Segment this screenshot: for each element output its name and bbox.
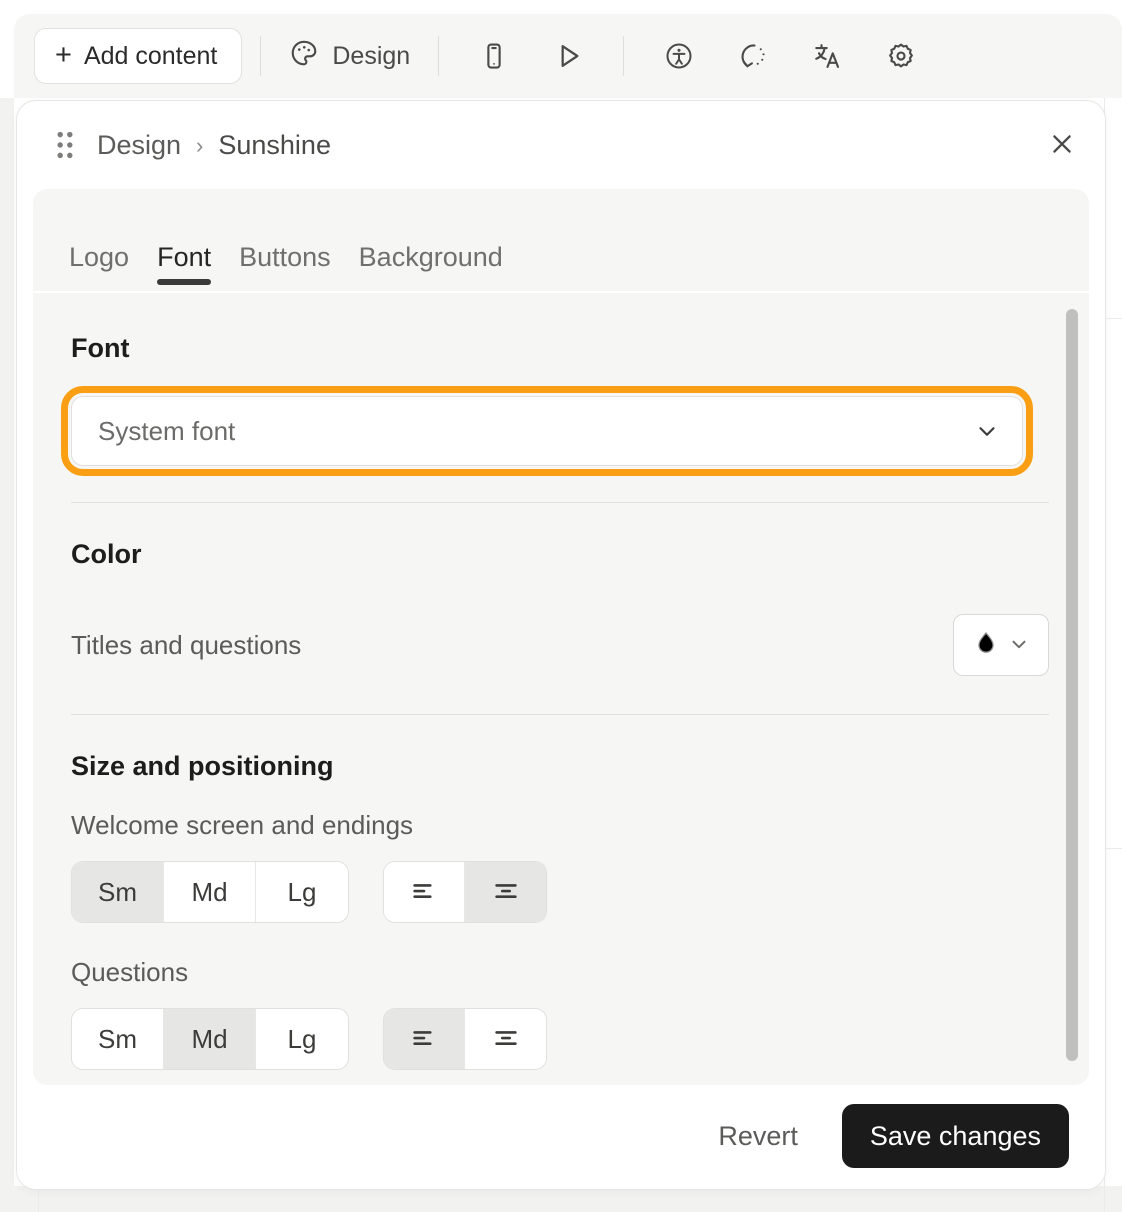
tab-buttons[interactable]: Buttons bbox=[225, 242, 345, 291]
panel-content: Font System font Color Titles and questi… bbox=[33, 293, 1089, 1085]
plus-icon: + bbox=[55, 38, 72, 71]
play-preview-icon bbox=[552, 40, 584, 72]
font-select-value: System font bbox=[98, 415, 236, 446]
welcome-screen-controls: Sm Md Lg bbox=[71, 861, 1049, 923]
questions-size-segmented-control: Sm Md Lg bbox=[71, 1008, 349, 1070]
save-changes-button[interactable]: Save changes bbox=[841, 1104, 1069, 1168]
logic-jump-icon bbox=[738, 41, 768, 71]
welcome-align-left-button[interactable] bbox=[384, 862, 465, 922]
color-row-label: Titles and questions bbox=[71, 629, 302, 660]
drag-dots-icon[interactable] bbox=[47, 125, 83, 165]
design-label: Design bbox=[332, 41, 411, 70]
settings-gear-button[interactable] bbox=[875, 30, 927, 82]
tab-bar: Logo Font Buttons Background bbox=[33, 189, 1089, 291]
welcome-align-center-button[interactable] bbox=[465, 862, 546, 922]
tab-background[interactable]: Background bbox=[345, 242, 517, 291]
accessibility-icon bbox=[664, 41, 694, 71]
save-changes-label: Save changes bbox=[869, 1120, 1041, 1151]
tab-font[interactable]: Font bbox=[143, 242, 225, 291]
play-preview-button[interactable] bbox=[542, 30, 594, 82]
content-scrollbar[interactable] bbox=[1065, 309, 1079, 1069]
welcome-alignment-control bbox=[383, 861, 547, 923]
revert-button[interactable]: Revert bbox=[700, 1109, 816, 1164]
mobile-preview-button[interactable] bbox=[468, 30, 520, 82]
color-drop-icon bbox=[972, 630, 1000, 661]
divider-color-size bbox=[71, 714, 1049, 715]
questions-alignment-control bbox=[383, 1008, 547, 1070]
chevron-down-icon bbox=[1008, 633, 1030, 658]
align-center-icon bbox=[491, 1023, 521, 1056]
questions-size-lg-label: Lg bbox=[287, 1023, 317, 1054]
translate-icon bbox=[812, 41, 842, 71]
chevron-down-icon bbox=[974, 418, 1000, 444]
breadcrumb-separator-icon: › bbox=[196, 133, 204, 158]
mobile-preview-icon bbox=[479, 41, 509, 71]
font-select-wrapper: System font bbox=[61, 386, 1033, 476]
align-left-icon bbox=[409, 876, 439, 909]
welcome-size-segmented-control: Sm Md Lg bbox=[71, 861, 349, 923]
divider-font-color bbox=[71, 502, 1049, 503]
toolbar-divider-2 bbox=[438, 36, 440, 76]
questions-controls: Sm Md Lg bbox=[71, 1008, 1049, 1070]
toolbar-divider-3 bbox=[623, 36, 625, 76]
welcome-size-sm[interactable]: Sm bbox=[72, 862, 164, 922]
panel-header: Design › Sunshine bbox=[17, 101, 1105, 189]
tab-logo[interactable]: Logo bbox=[55, 242, 143, 291]
background-left-strip bbox=[0, 98, 14, 1188]
background-vertical-rule-bottom bbox=[38, 1188, 39, 1212]
welcome-size-md[interactable]: Md bbox=[164, 862, 256, 922]
panel-footer: Revert Save changes bbox=[17, 1093, 1105, 1189]
questions-align-left-button[interactable] bbox=[384, 1009, 465, 1069]
content-scrollbar-thumb[interactable] bbox=[1066, 309, 1078, 1061]
color-swatch-button[interactable] bbox=[953, 614, 1049, 676]
translate-button[interactable] bbox=[801, 30, 853, 82]
design-button[interactable]: Design bbox=[279, 30, 420, 82]
welcome-size-lg[interactable]: Lg bbox=[256, 862, 348, 922]
questions-align-center-button[interactable] bbox=[465, 1009, 546, 1069]
questions-size-lg[interactable]: Lg bbox=[256, 1009, 348, 1069]
breadcrumb-current: Sunshine bbox=[218, 129, 331, 160]
add-content-button[interactable]: + Add content bbox=[34, 28, 243, 84]
settings-gear-icon bbox=[886, 41, 916, 71]
questions-size-md-label: Md bbox=[191, 1023, 228, 1054]
color-row-titles-and-questions: Titles and questions bbox=[71, 612, 1049, 678]
questions-size-md[interactable]: Md bbox=[164, 1009, 256, 1069]
welcome-size-lg-label: Lg bbox=[287, 876, 317, 907]
design-panel: Design › Sunshine Logo Font Buttons Back… bbox=[16, 100, 1106, 1190]
font-section-title: Font bbox=[71, 333, 130, 363]
close-icon bbox=[1048, 130, 1076, 161]
close-panel-button[interactable] bbox=[1037, 120, 1087, 170]
size-positioning-section-title: Size and positioning bbox=[71, 751, 334, 781]
tab-font-label: Font bbox=[157, 242, 212, 272]
align-center-icon bbox=[491, 876, 521, 909]
accessibility-button[interactable] bbox=[653, 30, 705, 82]
palette-icon bbox=[289, 38, 319, 75]
breadcrumb: Design › Sunshine bbox=[97, 130, 331, 161]
font-select[interactable]: System font bbox=[71, 396, 1023, 466]
color-section-title: Color bbox=[71, 539, 142, 569]
breadcrumb-root[interactable]: Design bbox=[97, 130, 181, 161]
add-content-label: Add content bbox=[83, 41, 218, 70]
tab-background-label: Background bbox=[358, 242, 503, 272]
logic-jump-button[interactable] bbox=[727, 30, 779, 82]
tab-buttons-label: Buttons bbox=[239, 242, 331, 272]
welcome-size-md-label: Md bbox=[191, 876, 228, 907]
questions-size-sm-label: Sm bbox=[98, 1023, 137, 1054]
tab-logo-label: Logo bbox=[69, 242, 130, 272]
toolbar-divider bbox=[260, 36, 262, 76]
questions-size-sm[interactable]: Sm bbox=[72, 1009, 164, 1069]
top-toolbar: + Add content Design bbox=[14, 14, 1122, 98]
align-left-icon bbox=[409, 1023, 439, 1056]
revert-label: Revert bbox=[718, 1120, 798, 1151]
welcome-size-sm-label: Sm bbox=[98, 876, 137, 907]
questions-group-label: Questions bbox=[71, 957, 189, 987]
welcome-screen-group-label: Welcome screen and endings bbox=[71, 810, 414, 840]
